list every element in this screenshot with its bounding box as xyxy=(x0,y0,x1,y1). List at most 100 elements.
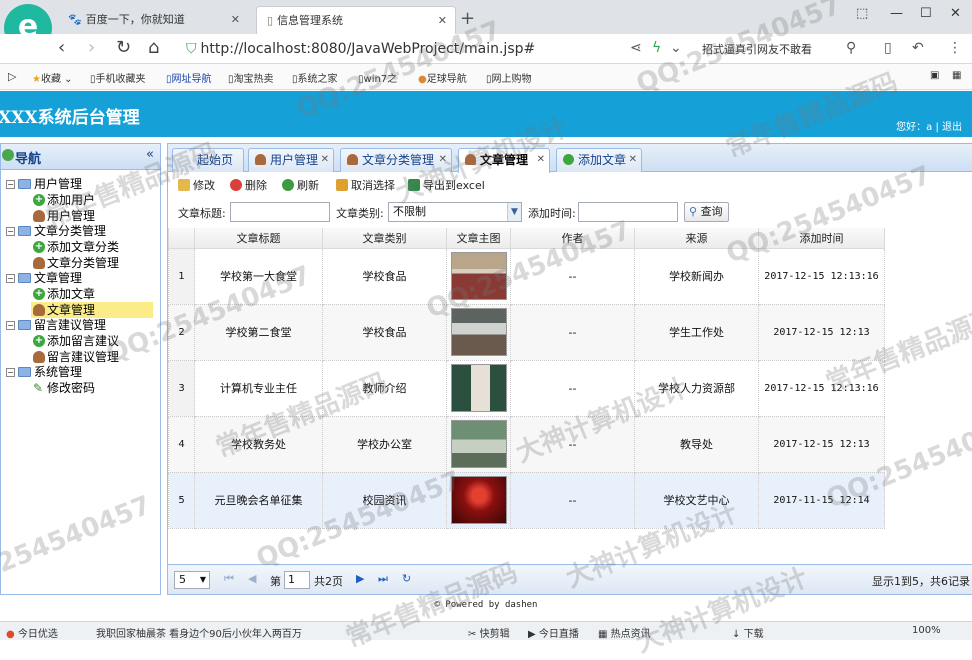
statusbar-item[interactable]: ● 今日优选 xyxy=(6,625,58,640)
add-time-input[interactable] xyxy=(578,202,678,222)
article-image xyxy=(450,252,507,300)
bookmark-item[interactable]: ▯手机收藏夹 xyxy=(90,70,146,85)
column-header[interactable]: 文章主图 xyxy=(446,228,511,249)
maximize-icon[interactable]: ☐ xyxy=(920,6,932,21)
statusbar-item[interactable]: ↓ 下载 xyxy=(732,625,764,640)
scissors-icon: ✂ xyxy=(468,629,477,640)
bookmark-item[interactable]: ▯网上购物 xyxy=(486,70,532,85)
table-row[interactable]: 5 元旦晚会名单征集 校园资讯 -- 学校文艺中心 2017-11-15 12:… xyxy=(168,471,885,529)
home-icon[interactable]: ⌂ xyxy=(148,37,159,59)
browser-tab-active[interactable]: ▯ 信息管理系统 ✕ xyxy=(256,6,456,34)
logout-link[interactable]: 退出 xyxy=(942,122,962,133)
collapse-toggle-icon[interactable]: − xyxy=(6,368,15,377)
extension-icon[interactable]: ▣ xyxy=(930,70,939,81)
column-header[interactable]: 作者 xyxy=(510,228,635,249)
bookmark-item[interactable]: ▯淘宝热卖 xyxy=(228,70,274,85)
tab-article-manage[interactable]: 文章管理 ✕ xyxy=(458,148,550,173)
delete-button[interactable]: 删除 xyxy=(230,177,267,195)
sidebar-item-category-manage[interactable]: 文章分类管理 xyxy=(1,255,119,271)
article-type-select[interactable]: 不限制 ▼ xyxy=(388,202,522,222)
search-suggestion[interactable]: 招式逼真引网友不敢看 xyxy=(702,41,812,57)
sidebar-item-user-manage[interactable]: 用户管理 xyxy=(1,208,95,224)
close-icon[interactable]: ✕ xyxy=(629,149,637,171)
refresh-button[interactable]: 刷新 xyxy=(282,177,319,195)
statusbar-item[interactable]: ✂ 快剪辑 xyxy=(468,625,510,640)
column-header[interactable]: 添加时间 xyxy=(758,228,885,249)
sidebar-item-add-article[interactable]: + 添加文章 xyxy=(1,286,95,302)
tree-group-article-category[interactable]: − 文章分类管理 xyxy=(1,223,106,239)
tree-group-article[interactable]: − 文章管理 xyxy=(1,270,82,286)
close-icon[interactable]: ✕ xyxy=(321,149,329,171)
sidebar-item-add-category[interactable]: + 添加文章分类 xyxy=(1,239,119,255)
forward-icon[interactable]: › xyxy=(88,37,95,59)
close-icon[interactable]: ✕ xyxy=(439,149,447,171)
column-header[interactable]: 文章类别 xyxy=(322,228,447,249)
statusbar-news[interactable]: 我职回家柚晨茶 看身边个90后小伙年入两百万 xyxy=(96,625,302,640)
collapse-toggle-icon[interactable]: − xyxy=(6,274,15,283)
article-title-input[interactable] xyxy=(230,202,330,222)
table-row[interactable]: 4 学校教务处 学校办公室 -- 教导处 2017-12-15 12:13 xyxy=(168,415,885,473)
share-icon[interactable]: ⋖ xyxy=(630,40,642,56)
sidebar-item-add-user[interactable]: + 添加用户 xyxy=(1,192,95,208)
table-row[interactable]: 1 学校第一大食堂 学校食品 -- 学校新闻办 2017-12-15 12:13… xyxy=(168,247,885,305)
query-button[interactable]: ⚲ 查询 xyxy=(684,202,729,222)
bookmark-item[interactable]: ▯win7之 xyxy=(358,70,397,85)
table-row[interactable]: 3 计算机专业主任 教师介绍 -- 学校人力资源部 2017-12-15 12:… xyxy=(168,359,885,417)
reload-icon[interactable]: ↻ xyxy=(116,37,131,59)
close-icon[interactable]: ✕ xyxy=(231,6,240,34)
sidebar-item-change-password[interactable]: ✎ 修改密码 xyxy=(1,380,95,396)
tree-group-system[interactable]: − 系统管理 xyxy=(1,364,82,380)
sidebar-item-article-manage[interactable]: 文章管理 xyxy=(31,302,153,318)
bookmark-item[interactable]: ★收藏 ⌄ xyxy=(32,70,73,85)
back-icon[interactable]: ‹ xyxy=(58,37,65,59)
bookmark-item[interactable]: ▯网址导航 xyxy=(166,70,212,85)
shirt-icon[interactable]: ⬚ xyxy=(856,6,868,21)
minimize-icon[interactable]: — xyxy=(890,6,903,21)
zoom-level[interactable]: 100% xyxy=(912,625,941,636)
collapse-toggle-icon[interactable]: − xyxy=(6,227,15,236)
last-page-button[interactable]: ⏭ xyxy=(378,572,388,586)
tab-home[interactable]: 起始页 xyxy=(172,148,244,172)
statusbar-item[interactable]: ▶ 今日直播 xyxy=(528,625,579,640)
collapse-toggle-icon[interactable]: − xyxy=(6,321,15,330)
tree-group-users[interactable]: − 用户管理 xyxy=(1,176,82,192)
search-icon[interactable]: ⚲ xyxy=(846,40,856,56)
first-page-button[interactable]: ⏮ xyxy=(224,572,234,586)
statusbar-item[interactable]: ▦ 热点资讯 xyxy=(598,625,651,640)
column-header[interactable]: 来源 xyxy=(634,228,759,249)
cancel-select-button[interactable]: 取消选择 xyxy=(336,177,395,195)
chevron-down-icon[interactable]: ⌄ xyxy=(670,40,682,56)
sidebar-item-add-message[interactable]: + 添加留言建议 xyxy=(1,333,119,349)
close-icon[interactable]: ✕ xyxy=(438,7,447,35)
article-image xyxy=(450,308,507,356)
column-header[interactable]: 文章标题 xyxy=(194,228,323,249)
page-number-input[interactable]: 1 xyxy=(284,571,310,589)
browser-tab-baidu[interactable]: 🐾 百度一下，你就知道 ✕ xyxy=(58,6,248,34)
next-page-button[interactable]: ▶ xyxy=(356,572,364,585)
bookmark-item[interactable]: ●足球导航 xyxy=(418,70,467,85)
new-tab-button[interactable]: + xyxy=(460,6,475,32)
sidebar-item-message-manage[interactable]: 留言建议管理 xyxy=(1,349,119,365)
tab-add-article[interactable]: 添加文章 ✕ xyxy=(556,148,642,172)
tab-user-manage[interactable]: 用户管理 ✕ xyxy=(248,148,334,172)
collapse-toggle-icon[interactable]: − xyxy=(6,180,15,189)
undo-icon[interactable]: ↶ xyxy=(912,40,924,56)
apps-icon[interactable]: ▦ xyxy=(952,70,961,81)
lightning-icon[interactable]: ϟ xyxy=(652,40,661,56)
bookmark-item[interactable]: ▯系统之家 xyxy=(292,70,338,85)
tab-category-manage[interactable]: 文章分类管理 ✕ xyxy=(340,148,452,172)
tree-group-message[interactable]: − 留言建议管理 xyxy=(1,317,106,333)
collapse-icon[interactable]: « xyxy=(146,147,154,162)
window-close-icon[interactable]: ✕ xyxy=(950,6,961,21)
refresh-page-button[interactable]: ↻ xyxy=(402,572,411,585)
prev-page-button[interactable]: ◀ xyxy=(248,572,256,585)
phone-icon[interactable]: ▯ xyxy=(884,40,892,56)
menu-icon[interactable]: ⋮ xyxy=(948,40,962,56)
export-excel-button[interactable]: 导出到excel xyxy=(408,177,485,195)
close-icon[interactable]: ✕ xyxy=(537,149,545,171)
url-input[interactable]: ⛉ http://localhost:8080/JavaWebProject/ma… xyxy=(186,38,646,60)
table-row[interactable]: 2 学校第二食堂 学校食品 -- 学生工作处 2017-12-15 12:13 xyxy=(168,303,885,361)
page-size-select[interactable]: 5 ▼ xyxy=(174,571,210,589)
bookmarks-toggle-icon[interactable]: ▷ xyxy=(8,70,16,83)
edit-button[interactable]: 修改 xyxy=(178,177,215,195)
